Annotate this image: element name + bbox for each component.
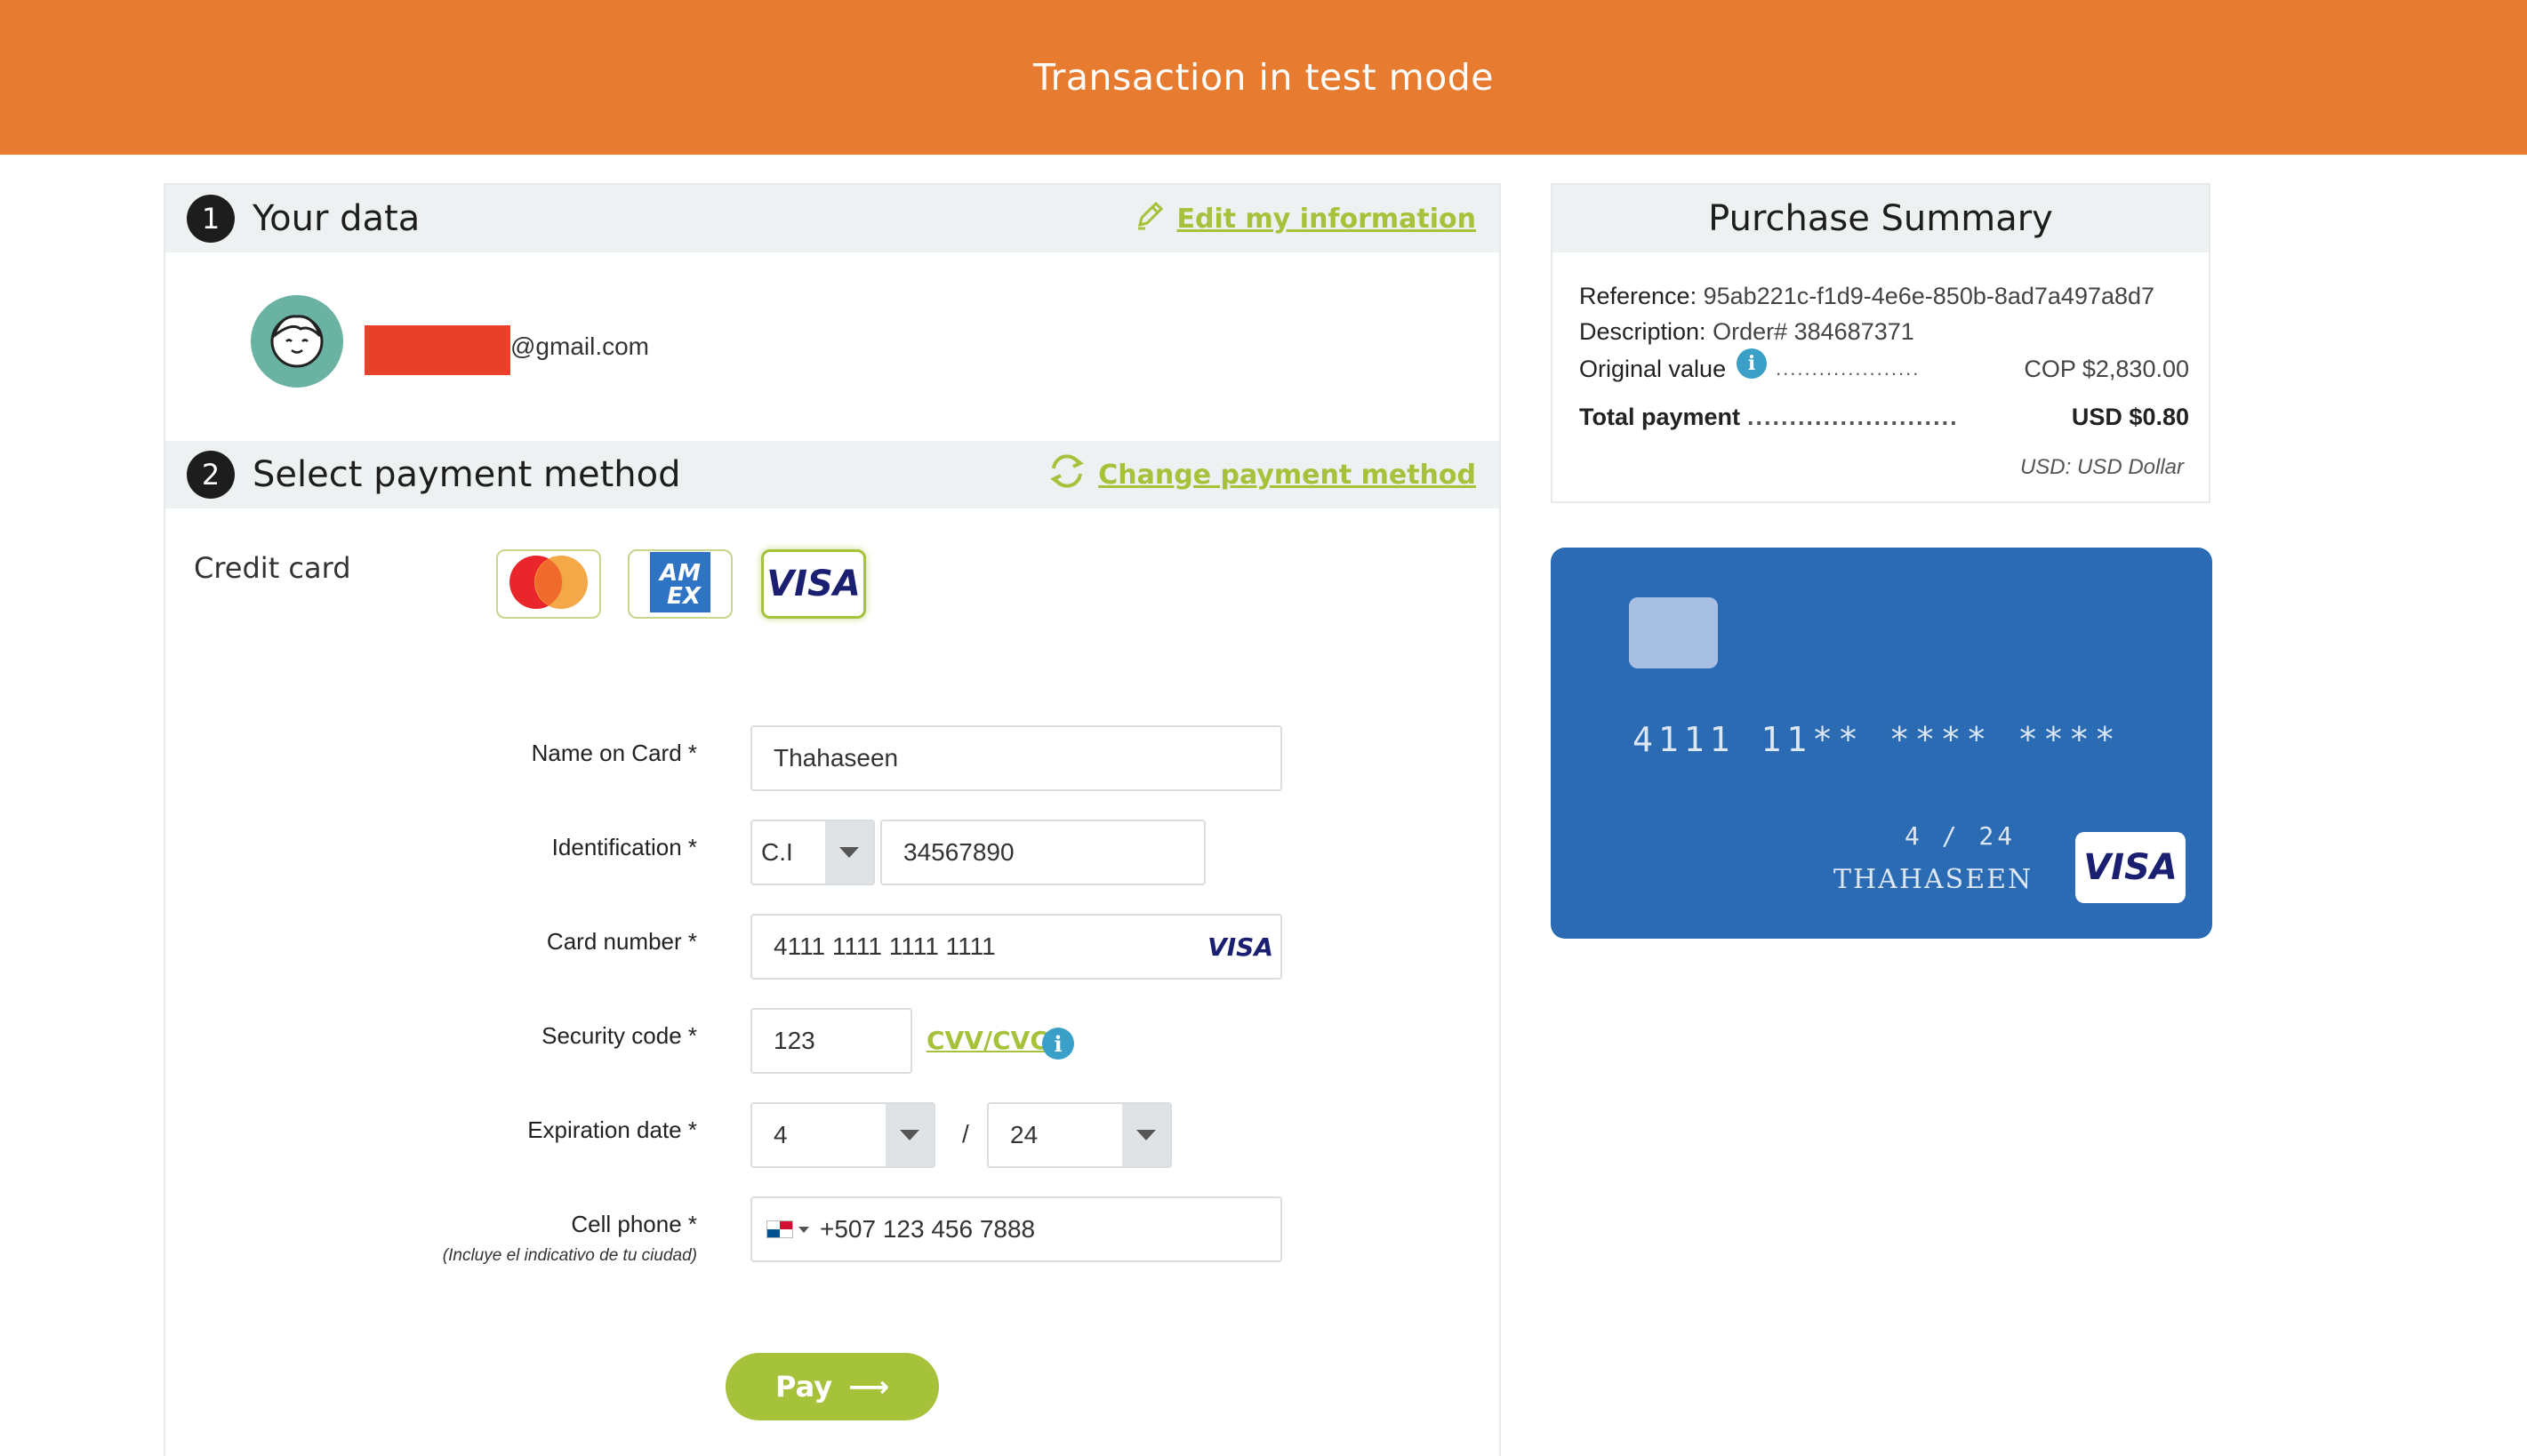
total-payment-row: Total payment ......................... … (1579, 404, 2189, 431)
your-data-title: Your data (253, 198, 421, 239)
visa-button[interactable]: VISA (761, 549, 866, 619)
security-code-value: 123 (774, 1027, 815, 1054)
reference-label: Reference: (1579, 283, 1697, 309)
info-icon[interactable]: i (1042, 1028, 1074, 1060)
visa-icon: VISA (766, 560, 861, 609)
redacted-email-prefix (365, 325, 510, 375)
name-on-card-value: Thahaseen (774, 744, 899, 772)
banner-text: Transaction in test mode (1032, 56, 1495, 99)
payment-method-title: Select payment method (253, 454, 681, 495)
test-mode-banner: Transaction in test mode (0, 0, 2527, 155)
pay-button[interactable]: Pay ⟶ (726, 1353, 939, 1420)
card-chip (1629, 597, 1718, 668)
your-data-header: 1 Your data Edit my information (165, 185, 1499, 252)
svg-text:EX: EX (667, 583, 702, 610)
chevron-down-icon (1122, 1104, 1170, 1166)
cell-phone-value: +507 123 456 7888 (820, 1215, 1036, 1243)
card-number-value: 4111 1111 1111 1111 (774, 932, 996, 960)
identification-number-input[interactable]: 34567890 (880, 820, 1206, 885)
cell-phone-label: Cell phone * (571, 1211, 697, 1237)
identification-type-value: C.I (761, 838, 793, 866)
expiration-year-select[interactable]: 24 (987, 1102, 1172, 1168)
mastercard-icon (501, 550, 597, 619)
identification-number-value: 34567890 (903, 838, 1015, 866)
identification-label: Identification * (551, 834, 697, 860)
card-preview: 4111 11** **** **** 4 / 24 THAHASEEN VIS… (1551, 548, 2212, 939)
amex-button[interactable]: AM EX (628, 549, 733, 619)
name-on-card-label: Name on Card * (531, 740, 697, 766)
original-value-label: Original value (1579, 355, 1727, 382)
mastercard-button[interactable] (496, 549, 601, 619)
original-value-row: Original value i .................... CO… (1579, 348, 2189, 384)
expiration-separator: / (962, 1120, 969, 1148)
pencil-icon (1133, 198, 1167, 239)
chevron-down-icon (825, 821, 873, 884)
card-preview-expiry: 4 / 24 (1905, 821, 2017, 851)
info-icon[interactable]: i (1737, 348, 1768, 379)
expiration-month-value: 4 (774, 1121, 788, 1148)
currency-note: USD: USD Dollar (2019, 455, 2184, 479)
visa-icon: VISA (1207, 932, 1273, 962)
card-number-input[interactable]: 4111 1111 1111 1111 VISA (750, 914, 1282, 980)
change-payment-method-label: Change payment method (1098, 459, 1476, 491)
user-email: @gmail.com (510, 332, 650, 360)
security-code-label: Security code * (542, 1022, 697, 1049)
total-payment-label: Total payment (1579, 404, 1741, 430)
edit-information-link[interactable]: Edit my information (1133, 198, 1477, 239)
pay-label: Pay (775, 1370, 833, 1404)
cell-phone-input[interactable]: +507 123 456 7888 (750, 1196, 1282, 1262)
card-preview-brand: VISA (2083, 847, 2178, 888)
security-code-input[interactable]: 123 (750, 1008, 912, 1074)
avatar (251, 295, 343, 388)
step-number-2: 2 (187, 451, 235, 499)
original-value-amount: COP $2,830.00 (2024, 355, 2189, 382)
expiration-year-value: 24 (1010, 1121, 1039, 1148)
purchase-summary-title: Purchase Summary (1552, 185, 2209, 252)
flag-panama-icon[interactable] (766, 1220, 809, 1238)
total-payment-amount: USD $0.80 (2071, 404, 2189, 430)
change-payment-method-link[interactable]: Change payment method (1047, 451, 1476, 499)
avatar-face-icon (265, 308, 329, 376)
cell-phone-hint: (Incluye el indicativo de tu ciudad) (442, 1246, 697, 1265)
credit-card-label: Credit card (194, 551, 351, 585)
step-number-1: 1 (187, 195, 235, 243)
description-row: Description: Order# 384687371 (1579, 318, 1914, 346)
identification-type-select[interactable]: C.I (750, 820, 875, 885)
card-number-label: Card number * (546, 928, 697, 955)
arrow-right-icon: ⟶ (848, 1370, 889, 1404)
card-preview-number: 4111 11** **** **** (1633, 720, 2121, 759)
checkout-panel: 1 Your data Edit my information @gmail.c… (164, 183, 1501, 1456)
amex-icon: AM EX (648, 550, 712, 619)
expiration-month-select[interactable]: 4 (750, 1102, 935, 1168)
purchase-summary: Purchase Summary Reference: 95ab221c-f1d… (1551, 183, 2210, 503)
visa-icon: VISA (2075, 832, 2186, 903)
reference-value: 95ab221c-f1d9-4e6e-850b-8ad7a497a8d7 (1703, 283, 2155, 309)
chevron-down-icon (886, 1104, 934, 1166)
refresh-icon (1047, 451, 1087, 499)
edit-information-label: Edit my information (1176, 203, 1477, 235)
total-payment-dots: ......................... (1747, 404, 1959, 430)
reference-row: Reference: 95ab221c-f1d9-4e6e-850b-8ad7a… (1579, 283, 2154, 310)
card-preview-holder: THAHASEEN (1833, 864, 2034, 895)
expiration-date-label: Expiration date * (527, 1116, 697, 1143)
payment-method-header: 2 Select payment method Change payment m… (165, 441, 1499, 508)
original-value-dots: .................... (1776, 357, 1921, 380)
description-value: Order# 384687371 (1713, 318, 1914, 345)
description-label: Description: (1579, 318, 1706, 345)
svg-text:VISA: VISA (769, 564, 858, 604)
cvv-help-link[interactable]: CVV/CVC (927, 1026, 1048, 1055)
name-on-card-input[interactable]: Thahaseen (750, 725, 1282, 791)
